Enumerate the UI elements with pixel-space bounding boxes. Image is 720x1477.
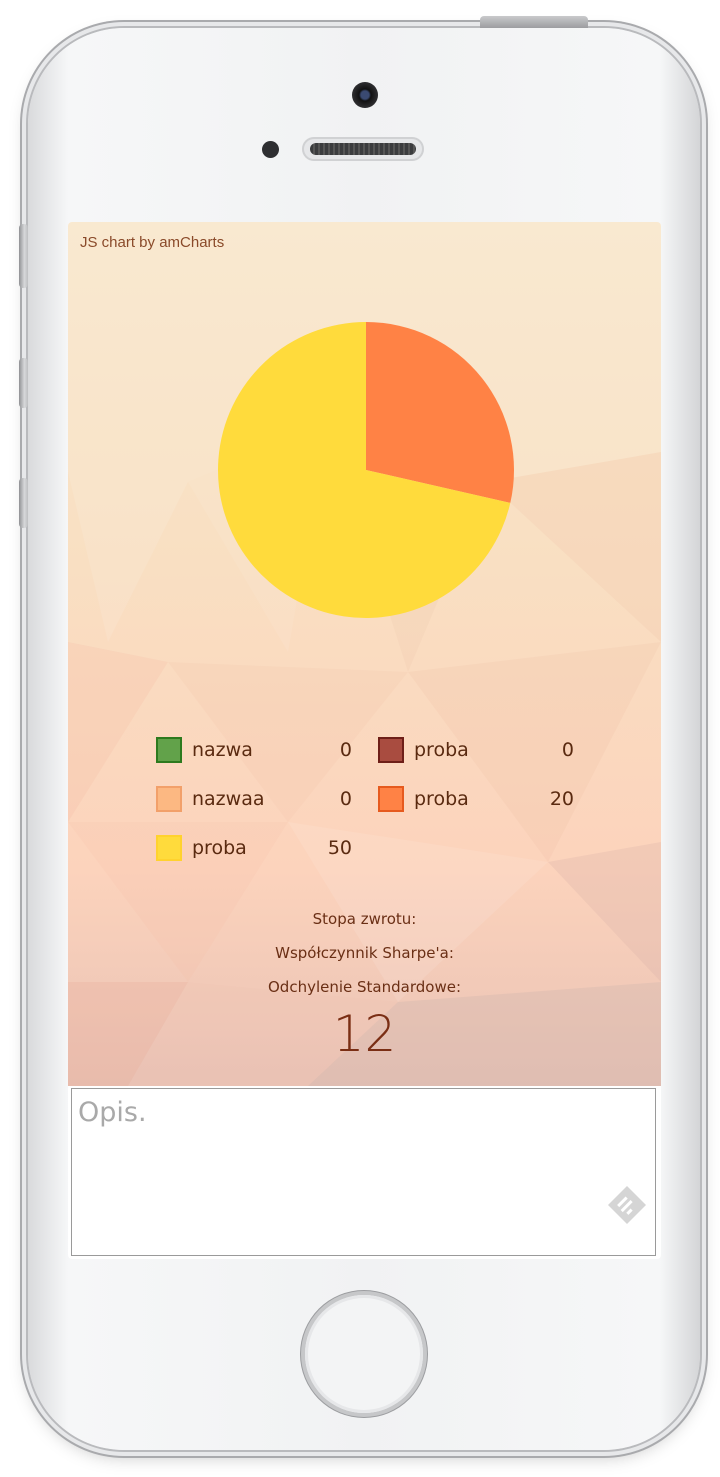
legend-item[interactable]: proba 20 bbox=[378, 785, 588, 815]
legend-label: proba bbox=[192, 837, 247, 859]
screen: JS chart by amCharts nazwa 0 proba 0 nazwaa 0… bbox=[68, 222, 661, 1259]
earpiece-speaker bbox=[302, 137, 424, 161]
proximity-sensor bbox=[262, 141, 279, 158]
legend-value: 50 bbox=[327, 837, 352, 859]
stats-block: Stopa zwrotu: Współczynnik Sharpe'a: Odc… bbox=[68, 902, 661, 1064]
mute-switch bbox=[19, 224, 28, 288]
legend-label: nazwa bbox=[192, 739, 253, 761]
description-placeholder: Opis. bbox=[78, 1097, 147, 1128]
legend-item[interactable]: nazwaa 0 bbox=[156, 785, 366, 815]
description-field[interactable]: Opis. bbox=[71, 1088, 656, 1256]
legend-swatch bbox=[156, 737, 182, 763]
power-button bbox=[480, 16, 588, 28]
volume-down-button bbox=[19, 478, 28, 528]
legend-label: nazwaa bbox=[192, 788, 265, 810]
legend-item[interactable]: proba 50 bbox=[156, 834, 366, 864]
front-camera bbox=[352, 82, 378, 108]
legend-label: proba bbox=[414, 788, 469, 810]
legend-item[interactable]: nazwa 0 bbox=[156, 736, 366, 766]
pie-chart bbox=[218, 322, 514, 618]
volume-up-button bbox=[19, 358, 28, 408]
legend-swatch bbox=[378, 737, 404, 763]
legend-swatch bbox=[156, 835, 182, 861]
legend-item[interactable]: proba 0 bbox=[378, 736, 588, 766]
legend-label: proba bbox=[414, 739, 469, 761]
legend-value: 0 bbox=[339, 739, 352, 761]
legend-swatch bbox=[156, 786, 182, 812]
std-deviation-value: 12 bbox=[332, 1005, 397, 1063]
feedly-icon[interactable] bbox=[605, 1183, 649, 1227]
legend-value: 0 bbox=[561, 739, 574, 761]
chart-legend: nazwa 0 proba 0 nazwaa 0 proba 20 proba 50 bbox=[156, 736, 596, 886]
legend-swatch bbox=[378, 786, 404, 812]
legend-value: 0 bbox=[339, 788, 352, 810]
sharpe-ratio-label: Współczynnik Sharpe'a: bbox=[275, 944, 454, 962]
std-deviation-label: Odchylenie Standardowe: bbox=[268, 978, 461, 996]
home-button[interactable] bbox=[305, 1295, 423, 1413]
chart-area: JS chart by amCharts nazwa 0 proba 0 nazwaa 0… bbox=[68, 222, 661, 1086]
legend-value: 20 bbox=[549, 788, 574, 810]
rate-of-return-label: Stopa zwrotu: bbox=[312, 910, 417, 928]
